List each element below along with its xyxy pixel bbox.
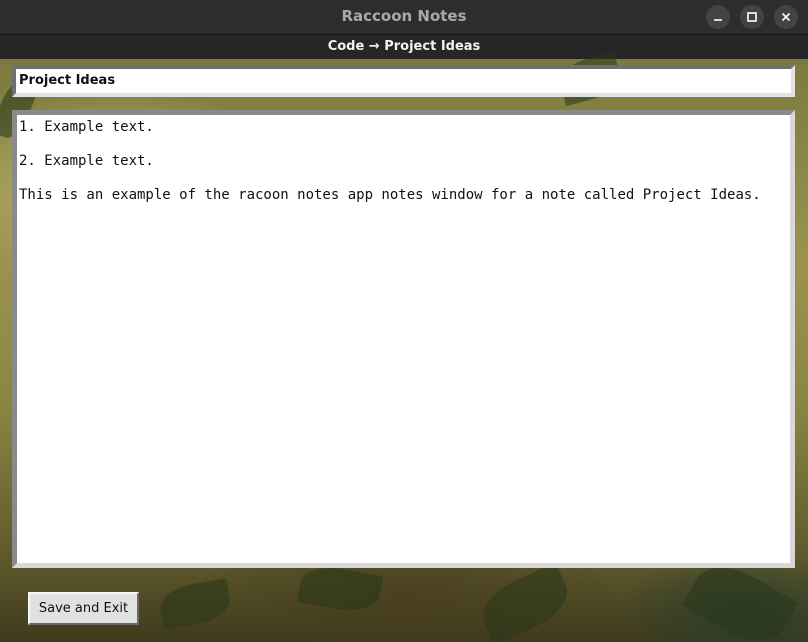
background-foliage <box>297 562 383 616</box>
minimize-icon <box>713 12 723 22</box>
content-area: Project Ideas 1. Example text. 2. Example… <box>0 51 808 642</box>
background-foliage <box>157 578 233 630</box>
maximize-button[interactable] <box>740 5 764 29</box>
window-title: Raccoon Notes <box>341 7 467 25</box>
note-text-line: This is an example of the racoon notes a… <box>19 187 761 203</box>
note-text-line: 2. Example text. <box>19 153 154 169</box>
close-icon <box>781 12 791 22</box>
breadcrumb: Code → Project Ideas <box>0 35 808 59</box>
save-and-exit-button[interactable]: Save and Exit <box>28 592 139 625</box>
app-window: Raccoon Notes Code → Project Ideas Proje… <box>0 0 808 642</box>
close-button[interactable] <box>774 5 798 29</box>
note-body-textarea[interactable]: 1. Example text. 2. Example text. This is … <box>12 110 795 568</box>
minimize-button[interactable] <box>706 5 730 29</box>
note-text-line <box>19 170 788 187</box>
maximize-icon <box>747 12 757 22</box>
background-foliage <box>473 562 577 642</box>
note-text-line: 1. Example text. <box>19 119 154 135</box>
title-bar[interactable]: Raccoon Notes <box>0 0 808 35</box>
note-text-line <box>19 136 788 153</box>
note-name-field[interactable]: Project Ideas <box>12 65 795 97</box>
